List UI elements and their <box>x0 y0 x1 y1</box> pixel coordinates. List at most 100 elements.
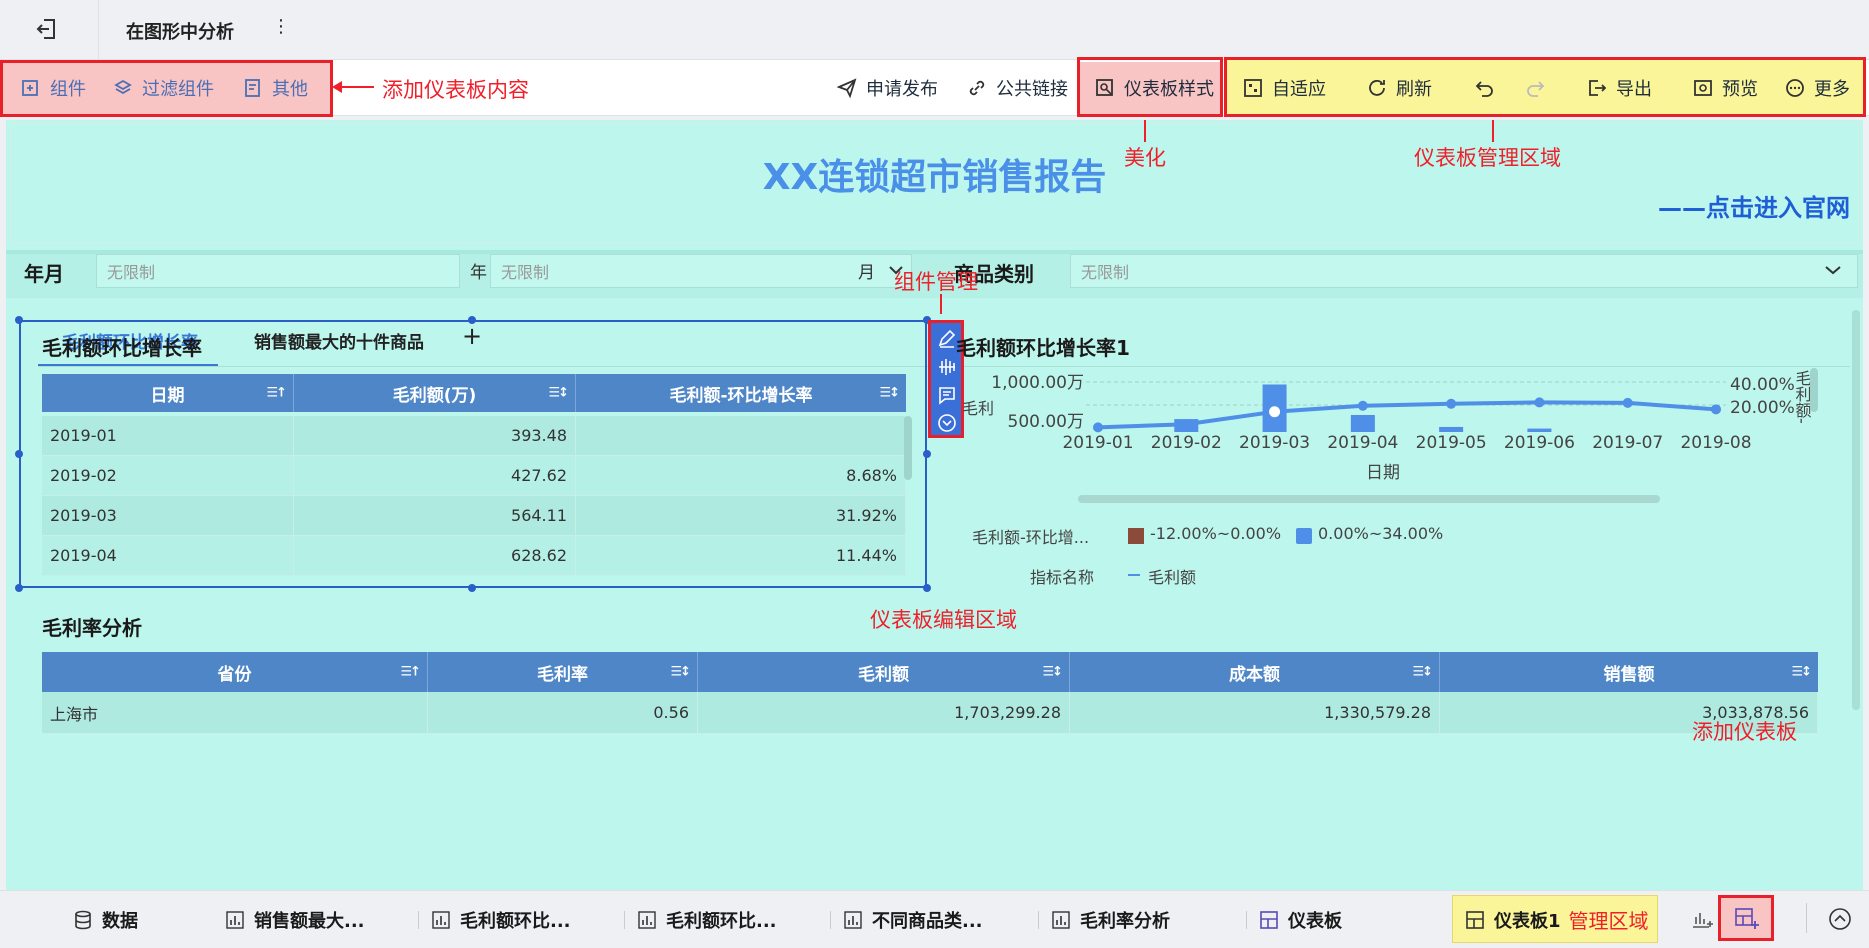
data-point <box>1446 398 1457 409</box>
table2-col-sales[interactable]: 销售额 ☰↕ <box>1440 652 1818 692</box>
bottom-tab[interactable]: 毛利额环比... <box>430 891 571 948</box>
x-tick-label: 2019-03 <box>1239 433 1310 453</box>
table2-header: 省份 ☰↑ 毛利率 ☰↕ 毛利额 ☰↕ 成本额 ☰↕ 销售额 ☰↕ <box>42 652 1818 692</box>
table-cell: 11.44% <box>576 536 906 575</box>
month-filter-input[interactable]: 无限制 <box>490 254 912 288</box>
table1-col-date[interactable]: 日期 ☰↑ <box>42 374 294 412</box>
category-filter-input[interactable]: 无限制 <box>1070 254 1858 288</box>
bottom-tab[interactable]: 仪表板 <box>1258 891 1342 948</box>
chevron-down-icon[interactable] <box>1824 262 1842 278</box>
table-row: 上海市 0.56 1,703,299.28 1,330,579.28 3,033,878… <box>42 692 1818 734</box>
table-cell: 628.62 <box>294 536 576 575</box>
bar <box>1527 428 1552 432</box>
top-bar: 在图形中分析 ⋮ <box>0 0 1869 60</box>
x-tick-label: 2019-04 <box>1327 433 1398 453</box>
yearmonth-filter-label: 年月 <box>24 262 64 286</box>
send-icon <box>836 78 857 99</box>
data-point <box>1181 419 1192 430</box>
table1-header: 日期 ☰↑ 毛利额(万) ☰↕ 毛利额-环比增长率 ☰↕ <box>42 374 906 412</box>
bottom-tab[interactable]: 不同商品类... <box>842 891 983 948</box>
add-chart-icon[interactable] <box>1690 907 1716 931</box>
table2-col-margin[interactable]: 毛利额 ☰↕ <box>698 652 1070 692</box>
table-cell: 393.48 <box>294 416 576 455</box>
data-tab[interactable]: 数据 <box>72 891 138 948</box>
data-point <box>1534 397 1545 408</box>
data-point <box>1093 422 1103 433</box>
month-filter-placeholder: 无限制 <box>501 263 550 282</box>
sort-icon: ☰↕ <box>548 385 568 401</box>
table-cell: 上海市 <box>42 692 428 733</box>
table-cell <box>576 416 906 455</box>
dashboard-icon <box>1466 910 1484 929</box>
table1-col-gross[interactable]: 毛利额(万) ☰↕ <box>294 374 576 412</box>
chart-scrollbar[interactable] <box>1810 368 1818 412</box>
x-tick-label: 2019-07 <box>1592 433 1663 453</box>
bottom-tab-label: 毛利额环比... <box>460 910 571 932</box>
table-row: 2019-04 628.62 11.44% <box>42 536 906 576</box>
year-filter-input[interactable]: 无限制 <box>96 254 460 288</box>
active-dashboard-tab[interactable]: 仪表板1 管理区域 <box>1464 891 1649 948</box>
category-filter-placeholder: 无限制 <box>1081 263 1130 282</box>
bottom-tab-label: 销售额最大... <box>254 910 365 932</box>
legend-line-swatch <box>1128 574 1140 576</box>
annotation-manage-area: 仪表板管理区域 <box>1414 146 1561 170</box>
legend-label-metric: 指标名称 <box>1030 568 1095 587</box>
data-point <box>1711 404 1721 415</box>
y-tick-label: 500.00万 <box>1008 412 1084 432</box>
comment-icon[interactable] <box>937 385 957 405</box>
bar-chart-icon <box>1052 910 1070 929</box>
collapse-up-icon[interactable] <box>1828 907 1852 931</box>
bottom-tab-label: 毛利额环比... <box>666 910 777 932</box>
official-site-link[interactable]: ——点击进入官网 <box>1658 188 1850 223</box>
publish-button[interactable]: 申请发布 <box>836 60 938 116</box>
bottom-tab-label: 仪表板 <box>1288 910 1342 932</box>
y-right-axis-label: 毛利额- <box>1793 370 1812 424</box>
sort-icon: ☰↕ <box>670 664 690 680</box>
table2-title: 毛利率分析 <box>42 616 142 640</box>
annotation-component-manage: 组件管理 <box>894 270 978 294</box>
expand-icon[interactable] <box>937 413 957 433</box>
edit-icon[interactable] <box>937 329 957 349</box>
legend-swatch-positive <box>1296 528 1312 544</box>
table-cell: 564.11 <box>294 496 576 535</box>
legend-text-metric: 毛利额 <box>1148 568 1197 587</box>
annotation-add-dashboard: 添加仪表板 <box>1692 720 1797 744</box>
add-dashboard-button[interactable] <box>1718 895 1774 941</box>
public-link-button[interactable]: 公共链接 <box>966 60 1068 116</box>
table1-scrollbar[interactable] <box>904 416 912 480</box>
table1-col-growth[interactable]: 毛利额-环比增长率 ☰↕ <box>576 374 906 412</box>
x-tick-label: 2019-02 <box>1151 433 1222 453</box>
report-title-block: XX连锁超市销售报告 ——点击进入官网 <box>10 123 1859 243</box>
line-bar-chart: 1,000.00万 500.00万毛利 40.00% 20.00%毛利额- 2019-0… <box>962 370 1812 483</box>
year-filter-placeholder: 无限制 <box>107 263 156 282</box>
x-tick-label: 2019-01 <box>1062 433 1133 453</box>
bar-chart-icon <box>844 910 862 929</box>
x-tick-label: 2019-08 <box>1680 433 1751 453</box>
table-cell: 31.92% <box>576 496 906 535</box>
y-right-tick-label: 20.00% <box>1730 398 1795 418</box>
table-cell: 2019-03 <box>42 496 294 535</box>
x-tick-label: 2019-05 <box>1416 433 1487 453</box>
chart-type-icon[interactable] <box>937 357 957 377</box>
bottom-tab-label: 毛利率分析 <box>1080 910 1170 932</box>
more-menu-icon[interactable]: ⋮ <box>272 16 290 37</box>
active-dashboard-label: 仪表板1 <box>1494 910 1561 932</box>
table2-col-margin-rate[interactable]: 毛利率 ☰↕ <box>428 652 698 692</box>
x-axis-label: 日期 <box>1366 463 1400 483</box>
data-point <box>1357 400 1368 411</box>
bottom-tab[interactable]: 销售额最大... <box>224 891 365 948</box>
sort-icon: ☰↕ <box>1412 664 1432 680</box>
x-tick-label: 2019-06 <box>1504 433 1575 453</box>
chart-zoom-slider[interactable] <box>1078 495 1660 503</box>
canvas-scrollbar[interactable] <box>1852 310 1860 710</box>
bottom-tab[interactable]: 毛利率分析 <box>1050 891 1170 948</box>
report-title: XX连锁超市销售报告 <box>762 157 1107 198</box>
public-link-label: 公共链接 <box>996 79 1068 100</box>
table2-col-cost[interactable]: 成本额 ☰↕ <box>1070 652 1440 692</box>
bar-chart-icon <box>432 910 450 929</box>
table2-col-province[interactable]: 省份 ☰↑ <box>42 652 428 692</box>
table-cell: 427.62 <box>294 456 576 495</box>
link-icon <box>969 80 985 96</box>
bottom-tab[interactable]: 毛利额环比... <box>636 891 777 948</box>
exit-icon[interactable] <box>34 16 60 42</box>
